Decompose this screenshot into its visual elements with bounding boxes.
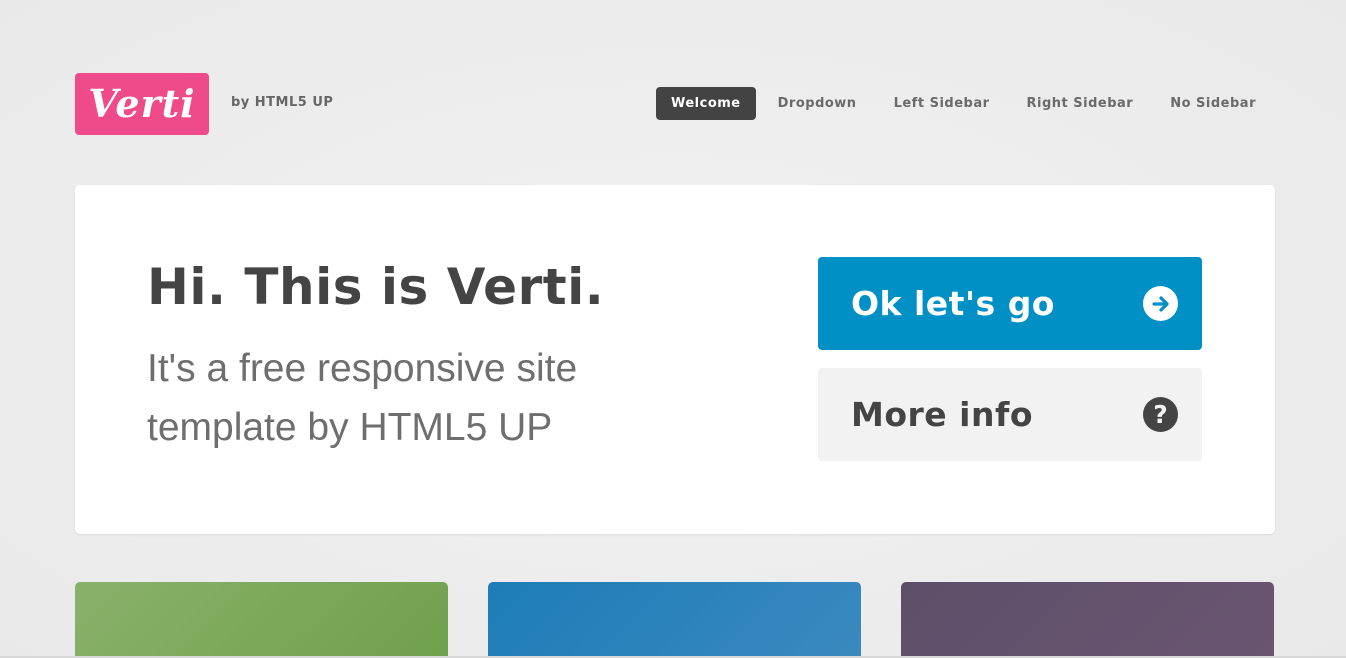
ok-lets-go-button[interactable]: Ok let's go [818, 257, 1202, 350]
banner-title: Hi. This is Verti. [147, 258, 605, 316]
nav-item-no-sidebar[interactable]: No Sidebar [1155, 87, 1271, 120]
nav-item-dropdown[interactable]: Dropdown [763, 87, 872, 120]
page: Verti by HTML5 UP Welcome Dropdown Left … [0, 0, 1346, 658]
more-info-label: More info [851, 395, 1033, 434]
logo-text: Verti [88, 81, 196, 126]
ok-lets-go-label: Ok let's go [851, 284, 1055, 323]
banner-subtitle-line1: It's a free responsive site [147, 347, 578, 390]
banner-subtitle: It's a free responsive site template by … [147, 339, 707, 457]
nav-item-welcome[interactable]: Welcome [655, 87, 756, 120]
feature-tile-green[interactable] [75, 582, 448, 658]
nav-item-right-sidebar[interactable]: Right Sidebar [1012, 87, 1149, 120]
site-tagline: by HTML5 UP [231, 95, 334, 110]
more-info-button[interactable]: More info ? [818, 368, 1202, 461]
feature-tile-purple[interactable] [901, 582, 1274, 658]
feature-tile-blue[interactable] [488, 582, 861, 658]
main-nav: Welcome Dropdown Left Sidebar Right Side… [649, 87, 1271, 120]
site-logo[interactable]: Verti [75, 73, 209, 135]
banner: Hi. This is Verti. It's a free responsiv… [75, 185, 1275, 534]
question-circle-icon: ? [1143, 397, 1178, 432]
arrow-right-circle-icon [1143, 286, 1178, 321]
nav-item-left-sidebar[interactable]: Left Sidebar [879, 87, 1005, 120]
banner-subtitle-line2: template by HTML5 UP [147, 406, 553, 449]
